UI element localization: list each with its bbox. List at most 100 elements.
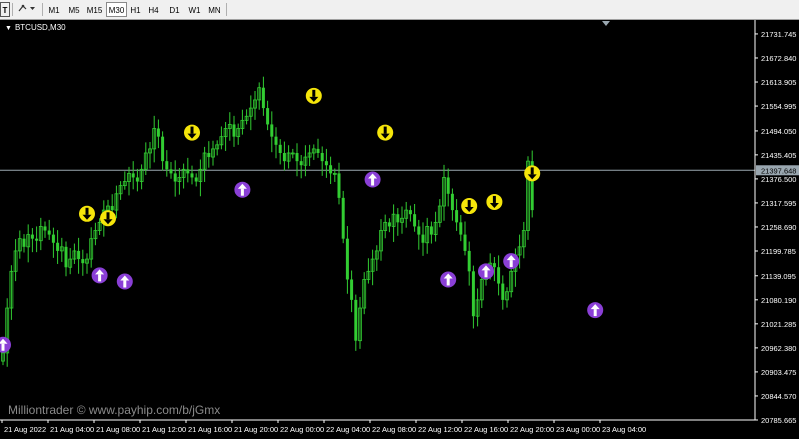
candle-body <box>320 152 324 162</box>
candle <box>370 249 375 286</box>
candle <box>26 224 31 263</box>
buy-arrow-icon <box>587 302 604 319</box>
candle-body <box>354 299 358 341</box>
signals-group <box>0 87 604 353</box>
timeframe-button-m5[interactable]: M5 <box>65 2 83 17</box>
candle <box>366 258 371 284</box>
candle-body <box>497 267 501 284</box>
sell-arrow-shaft <box>106 212 110 220</box>
candle <box>236 123 241 145</box>
candle <box>383 214 388 239</box>
buy-arrow-shaft <box>509 260 513 268</box>
buy-arrow-icon <box>116 273 133 290</box>
timeframe-button-d1[interactable]: D1 <box>166 2 183 17</box>
candle <box>329 156 333 184</box>
candle-body <box>110 206 114 211</box>
buy-arrow-icon <box>440 271 457 288</box>
candle <box>211 140 215 166</box>
candle <box>266 100 270 131</box>
price-chart[interactable]: 21731.745 21672.840 21613.905 21554.995 2149… <box>0 20 799 439</box>
candle <box>5 298 10 367</box>
candle <box>467 241 471 286</box>
candle <box>181 163 186 189</box>
candle <box>89 227 94 268</box>
candle <box>177 168 182 195</box>
candle <box>118 181 123 200</box>
candle <box>463 221 467 256</box>
timeframe-button-m30[interactable]: M30 <box>106 2 127 17</box>
candle <box>215 140 220 156</box>
current-price-label: 21397.648 <box>761 166 796 175</box>
buy-arrow-icon <box>503 253 520 270</box>
candle <box>345 226 349 294</box>
timeframe-button-m1[interactable]: M1 <box>45 2 63 17</box>
candle <box>219 126 224 150</box>
candle-body <box>194 177 198 182</box>
text-tool-button[interactable]: T <box>0 2 10 17</box>
candle-body <box>463 234 467 251</box>
sell-arrow-shaft <box>190 126 194 134</box>
price-tick-label: 21317.595 <box>761 199 796 208</box>
candle <box>173 160 177 197</box>
candle <box>400 206 404 234</box>
buy-arrow-shaft <box>484 270 488 278</box>
buy-arrow-shaft <box>371 178 375 186</box>
buy-arrow-icon <box>364 171 381 188</box>
candle-body <box>131 173 135 178</box>
time-tick-label: 22 Aug 04:00 <box>326 425 370 434</box>
timeframe-button-h4[interactable]: H4 <box>145 2 162 17</box>
candle <box>521 221 526 259</box>
time-tick-label: 22 Aug 12:00 <box>418 425 462 434</box>
candle <box>282 141 286 171</box>
candle-body <box>56 242 60 251</box>
chart-shift-marker-icon[interactable] <box>602 21 610 26</box>
candle <box>22 234 26 253</box>
price-tick-label: 20785.665 <box>761 416 796 425</box>
candle-body <box>408 210 412 215</box>
candle <box>156 119 160 149</box>
candle-body <box>47 230 51 235</box>
candle-body <box>207 152 211 158</box>
candle <box>324 148 328 178</box>
candle <box>425 217 430 254</box>
price-tick-label: 21021.285 <box>761 320 796 329</box>
watermark: Milliontrader © www.payhip.com/b/jGmx <box>8 403 221 417</box>
candle <box>278 139 282 165</box>
timeframe-button-mn[interactable]: MN <box>205 2 224 17</box>
buy-arrow-shaft <box>1 343 5 351</box>
candle <box>38 217 43 251</box>
sell-arrow-icon <box>377 124 394 141</box>
buy-arrow-shaft <box>123 280 127 288</box>
candle <box>307 144 312 167</box>
candle <box>68 248 73 275</box>
toolbar-separator <box>226 3 227 16</box>
timeframe-button-h1[interactable]: H1 <box>127 2 144 17</box>
candle <box>232 115 236 147</box>
candle <box>530 150 534 218</box>
time-tick-label: 22 Aug 20:00 <box>510 425 554 434</box>
candle <box>413 203 417 232</box>
candle <box>51 227 55 258</box>
candle-body <box>64 246 68 268</box>
time-axis[interactable]: 21 Aug 2022 21 Aug 04:00 21 Aug 08:00 21 Au… <box>0 419 755 434</box>
candle-body <box>270 124 274 137</box>
sell-arrow-shaft <box>492 195 496 203</box>
candle-body <box>329 165 333 174</box>
time-tick-label: 21 Aug 16:00 <box>188 425 232 434</box>
candle <box>497 255 501 296</box>
candle <box>131 161 135 190</box>
price-axis[interactable]: 21731.745 21672.840 21613.905 21554.995 2149… <box>754 20 799 425</box>
candle-body <box>295 152 299 162</box>
candle-body <box>266 108 270 125</box>
objects-dropdown-button[interactable] <box>16 2 38 17</box>
time-tick-label: 21 Aug 2022 <box>4 425 46 434</box>
toolbar: T M1 M5 M15 M30 H1 H4 D1 W1 MN <box>0 0 799 20</box>
price-tick-label: 21258.690 <box>761 223 796 232</box>
timeframe-button-w1[interactable]: W1 <box>186 2 203 17</box>
candle-body <box>324 161 328 166</box>
candle <box>311 144 316 160</box>
candle-body <box>278 144 282 153</box>
candle <box>303 145 308 177</box>
candle-body <box>387 222 391 227</box>
timeframe-button-m15[interactable]: M15 <box>84 2 105 17</box>
